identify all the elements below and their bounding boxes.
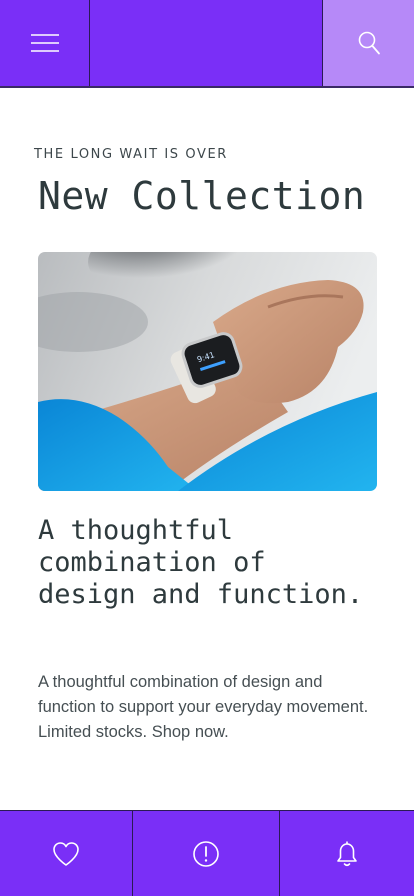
menu-button[interactable] — [0, 0, 90, 86]
notifications-button[interactable] — [280, 811, 414, 896]
search-icon — [357, 30, 381, 56]
description-text: A thoughtful combination of design and f… — [38, 673, 369, 741]
bottom-nav — [0, 810, 414, 896]
main-content: THE LONG WAIT IS OVER New Collection 9:4… — [0, 90, 414, 810]
headline: A thoughtful combination of design and f… — [38, 515, 364, 610]
hamburger-menu-icon — [30, 33, 60, 53]
top-bar-spacer — [90, 0, 322, 86]
page-title: New Collection — [38, 174, 366, 218]
info-icon — [192, 840, 220, 868]
heart-icon — [52, 841, 80, 867]
search-button[interactable] — [322, 0, 414, 86]
bell-icon — [334, 840, 360, 868]
eyebrow-text: THE LONG WAIT IS OVER — [34, 147, 228, 162]
top-app-bar — [0, 0, 414, 88]
hero-image: 9:41 — [38, 252, 377, 491]
info-button[interactable] — [133, 811, 280, 896]
favorites-button[interactable] — [0, 811, 133, 896]
